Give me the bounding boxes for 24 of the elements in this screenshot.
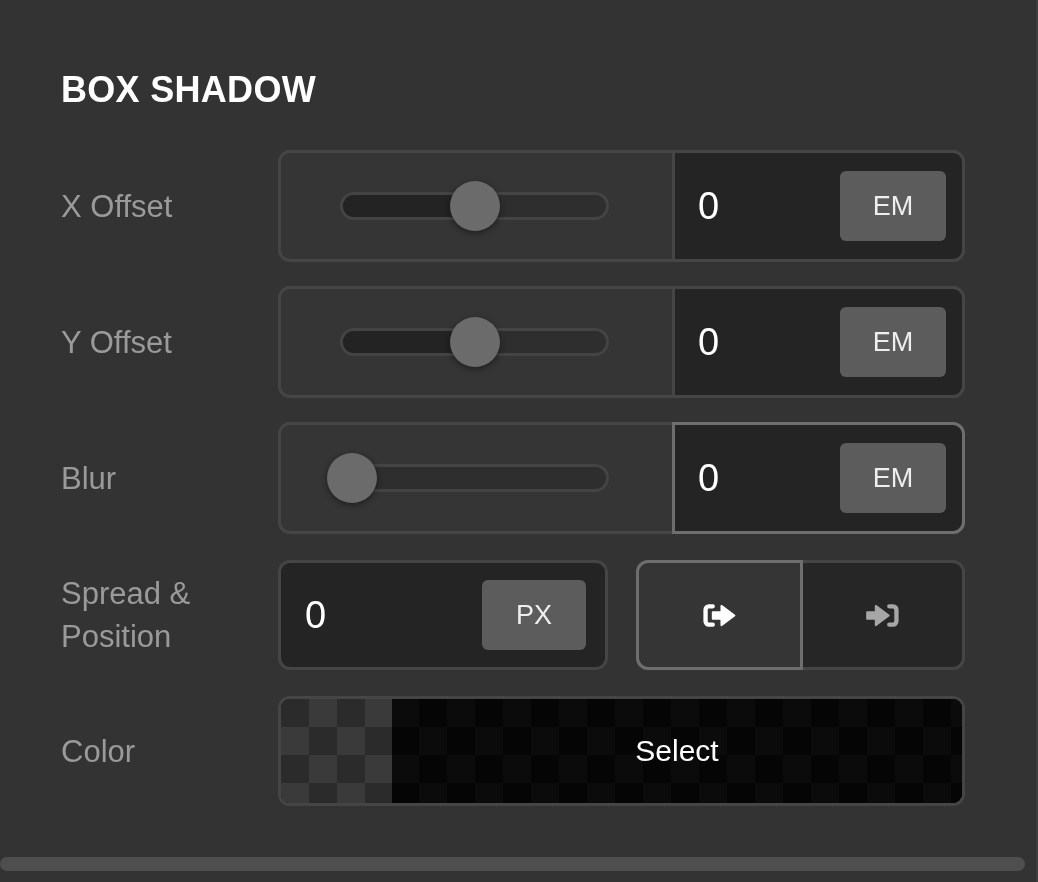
value-input[interactable]: 0 <box>305 590 482 640</box>
field-label: Color <box>61 732 136 771</box>
field-label: Y Offset <box>61 323 172 362</box>
value-input[interactable]: 0 <box>698 453 840 503</box>
select-button[interactable]: Select <box>392 699 962 803</box>
value-input[interactable]: 0 <box>698 181 840 231</box>
position-toggle-button[interactable] <box>636 560 803 670</box>
arrow-into-bracket-icon <box>865 602 900 628</box>
slider-thumb[interactable] <box>450 317 500 367</box>
slider-thumb[interactable] <box>450 181 500 231</box>
horizontal-scrollbar[interactable] <box>0 857 1025 871</box>
arrow-out-of-bracket-icon <box>702 602 737 628</box>
position-toggle-button[interactable] <box>800 560 965 670</box>
unit-button[interactable]: EM <box>840 307 946 377</box>
value-input[interactable]: 0 <box>698 317 840 367</box>
checker-swatch-icon <box>281 699 392 803</box>
unit-button[interactable]: EM <box>840 171 946 241</box>
unit-button[interactable]: EM <box>840 443 946 513</box>
field-label: X Offset <box>61 187 173 226</box>
slider-thumb[interactable] <box>327 453 377 503</box>
unit-button[interactable]: PX <box>482 580 586 650</box>
field-label: Spread & Position <box>61 575 192 656</box>
section-title: BOX SHADOW <box>61 70 316 110</box>
field-label: Blur <box>61 459 117 498</box>
